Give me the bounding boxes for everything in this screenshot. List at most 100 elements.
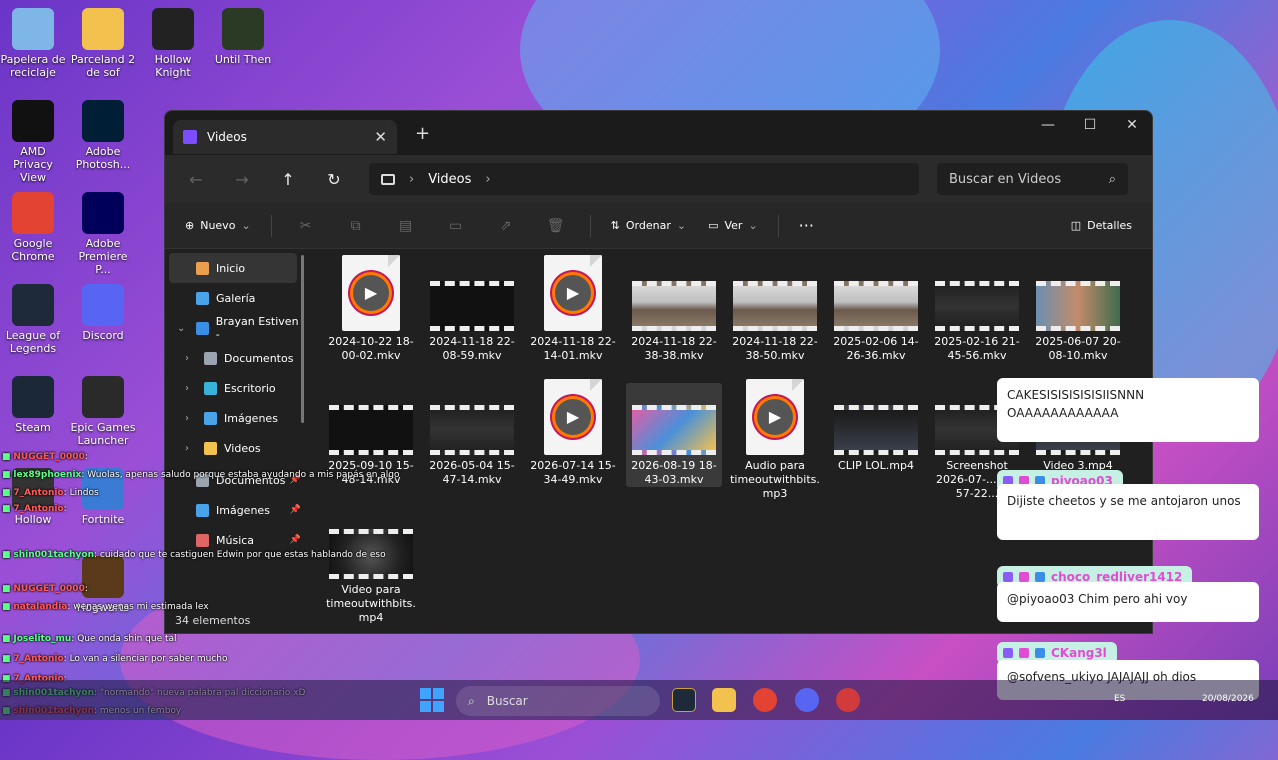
nav-item[interactable]: › Videos — [165, 433, 305, 463]
cut-icon[interactable]: ✂ — [284, 214, 328, 238]
file-item[interactable]: 2026-05-04 15-47-14.mkv — [424, 383, 520, 487]
home-icon — [196, 261, 209, 275]
desktop-icon[interactable]: Steam — [0, 376, 66, 434]
up-button[interactable]: ↑ — [267, 170, 309, 189]
chat-bubble-text: CAKESISISISISISIISNNN OAAAAAAAAAAAA — [1007, 388, 1145, 420]
file-item[interactable]: 2026-08-19 18-43-03.mkv — [626, 383, 722, 487]
pictures-icon — [204, 411, 217, 425]
clock-date[interactable]: 20/08/2026 — [1202, 694, 1254, 704]
file-item[interactable]: 2024-11-18 22-38-38.mkv — [626, 259, 722, 363]
nav-item[interactable]: › Documentos — [165, 343, 305, 373]
file-item[interactable]: 2025-02-06 14-26-36.mkv — [828, 259, 924, 363]
delete-icon[interactable]: 🗑 — [534, 214, 578, 238]
file-item[interactable]: Video para timeoutwithbits. mp4 — [323, 507, 419, 625]
file-item[interactable]: ▶ 2026-07-14 15-34-49.mkv — [525, 379, 621, 487]
chat-badge-icon: ■ — [2, 584, 14, 594]
desktop-icon[interactable]: AMD Privacy View — [0, 100, 66, 184]
chat-message: ■ natalandia: wenas wenas mi estimada le… — [2, 602, 209, 612]
file-item[interactable]: 2025-06-07 20-08-10.mkv — [1030, 259, 1126, 363]
taskbar: ⌕ Buscar ES 20/08/2026 — [0, 680, 1278, 720]
chat-text: : — [84, 584, 88, 594]
divider — [589, 214, 591, 237]
more-options-button[interactable]: ··· — [791, 212, 822, 239]
new-tab-button[interactable]: + — [415, 123, 430, 144]
close-tab-icon[interactable]: ✕ — [374, 128, 387, 146]
file-item[interactable]: 2024-11-18 22-38-50.mkv — [727, 259, 823, 363]
desktop-icon[interactable]: Hollow Knight — [140, 8, 206, 79]
language-indicator[interactable]: ES — [1114, 694, 1125, 704]
file-item[interactable]: 2025-02-16 21-45-56.mkv — [929, 259, 1025, 363]
nav-scrollbar[interactable] — [301, 255, 304, 423]
desktop-icon[interactable]: Parceland 2 de sof — [70, 8, 136, 79]
paste-icon[interactable]: ▤ — [384, 214, 428, 238]
rename-icon[interactable]: ▭ — [434, 214, 478, 238]
chat-badge-icon — [1019, 572, 1029, 582]
file-item[interactable]: ▶ 2024-11-18 22-14-01.mkv — [525, 255, 621, 363]
chevron-right-icon[interactable]: › — [185, 353, 197, 364]
desktop-icon[interactable]: Adobe Photosh... — [70, 100, 136, 171]
share-icon[interactable]: ⇗ — [484, 214, 528, 238]
desktop-icon-label: Discord — [82, 329, 124, 342]
desktop-icon-label: Google Chrome — [11, 237, 55, 263]
chat-text: : Wuolas, apenas saludo porque estaba ay… — [81, 470, 400, 480]
desktop-icon-label: Hollow — [14, 513, 52, 526]
details-button[interactable]: ◫ Detalles — [1063, 215, 1140, 236]
chat-message: ■ lex89phoenix: Wuolas, apenas saludo po… — [2, 470, 400, 480]
chat-username: lex89phoenix — [13, 470, 82, 480]
new-button[interactable]: ⊕ Nuevo ⌄ — [177, 215, 259, 236]
nav-item[interactable]: Imágenes 📌 — [165, 495, 305, 525]
desktop-icon[interactable]: Epic Games Launcher — [70, 376, 136, 447]
nav-item[interactable]: Inicio — [169, 253, 297, 283]
view-icon: ▭ — [708, 219, 719, 232]
nav-item[interactable]: ⌄ Brayan Estiven - — [165, 313, 305, 343]
back-button[interactable]: ← — [175, 170, 217, 189]
file-item[interactable]: ▶ 2024-10-22 18-00-02.mkv — [323, 255, 419, 363]
discord-icon[interactable] — [795, 688, 819, 712]
maximize-button[interactable]: ☐ — [1069, 117, 1111, 133]
desktop-icon[interactable]: Discord — [70, 284, 136, 342]
chevron-right-icon[interactable]: › — [185, 383, 197, 394]
breadcrumb-separator: › — [485, 171, 491, 187]
chrome-icon[interactable] — [753, 688, 777, 712]
video-thumbnail — [323, 507, 419, 579]
desktop-icon[interactable]: Until Then — [210, 8, 276, 66]
copy-icon[interactable]: ⧉ — [334, 214, 378, 238]
nav-item[interactable]: Galería — [165, 283, 305, 313]
view-button[interactable]: ▭ Ver ⌄ — [700, 215, 766, 236]
desktop-icon-label: Parceland 2 de sof — [70, 53, 136, 79]
taskbar-search[interactable]: ⌕ Buscar — [456, 686, 660, 716]
tab-videos[interactable]: Videos ✕ — [173, 120, 397, 154]
minimize-button[interactable]: — — [1027, 117, 1069, 133]
desktop-icon[interactable]: Adobe Premiere P... — [70, 192, 136, 276]
file-explorer-icon[interactable] — [712, 688, 736, 712]
chat-message: ■ 7_Antonio: Lo van a silenciar por sabe… — [2, 654, 227, 664]
desktop-icon — [204, 381, 217, 395]
league-app-icon[interactable] — [672, 688, 696, 712]
forward-button[interactable]: → — [221, 170, 263, 189]
nav-item[interactable]: › Imágenes — [165, 403, 305, 433]
file-item[interactable]: ▶ Audio para timeoutwithbits. mp3 — [727, 379, 823, 501]
file-item[interactable]: CLIP LOL.mp4 — [828, 383, 924, 473]
file-item[interactable]: 2024-11-18 22-08-59.mkv — [424, 259, 520, 363]
refresh-button[interactable]: ↻ — [313, 170, 355, 189]
app-icon[interactable] — [836, 688, 860, 712]
desktop-icon[interactable]: League of Legends — [0, 284, 66, 355]
address-field[interactable]: › Videos › — [369, 163, 919, 195]
chevron-right-icon[interactable]: › — [185, 413, 197, 424]
sort-button[interactable]: ⇅ Ordenar ⌄ — [603, 215, 694, 236]
chevron-right-icon[interactable]: ⌄ — [177, 323, 189, 334]
search-input[interactable]: Buscar en Videos ⌕ — [937, 163, 1128, 195]
nav-item[interactable]: › Escritorio — [165, 373, 305, 403]
video-thumbnail — [323, 383, 419, 455]
close-window-button[interactable]: ✕ — [1111, 117, 1153, 133]
film-strip-thumbnail — [430, 281, 514, 331]
desktop-icon[interactable]: Google Chrome — [0, 192, 66, 263]
breadcrumb-videos[interactable]: Videos — [428, 172, 471, 187]
chevron-right-icon[interactable]: › — [185, 443, 197, 454]
chat-badge-icon — [1019, 648, 1029, 658]
chevron-down-icon: ⌄ — [241, 219, 251, 232]
chat-badge-icon: ■ — [2, 654, 14, 664]
start-button[interactable] — [420, 688, 444, 712]
chat-badge-icon — [1035, 648, 1045, 658]
desktop-icon[interactable]: Papelera de reciclaje — [0, 8, 66, 79]
